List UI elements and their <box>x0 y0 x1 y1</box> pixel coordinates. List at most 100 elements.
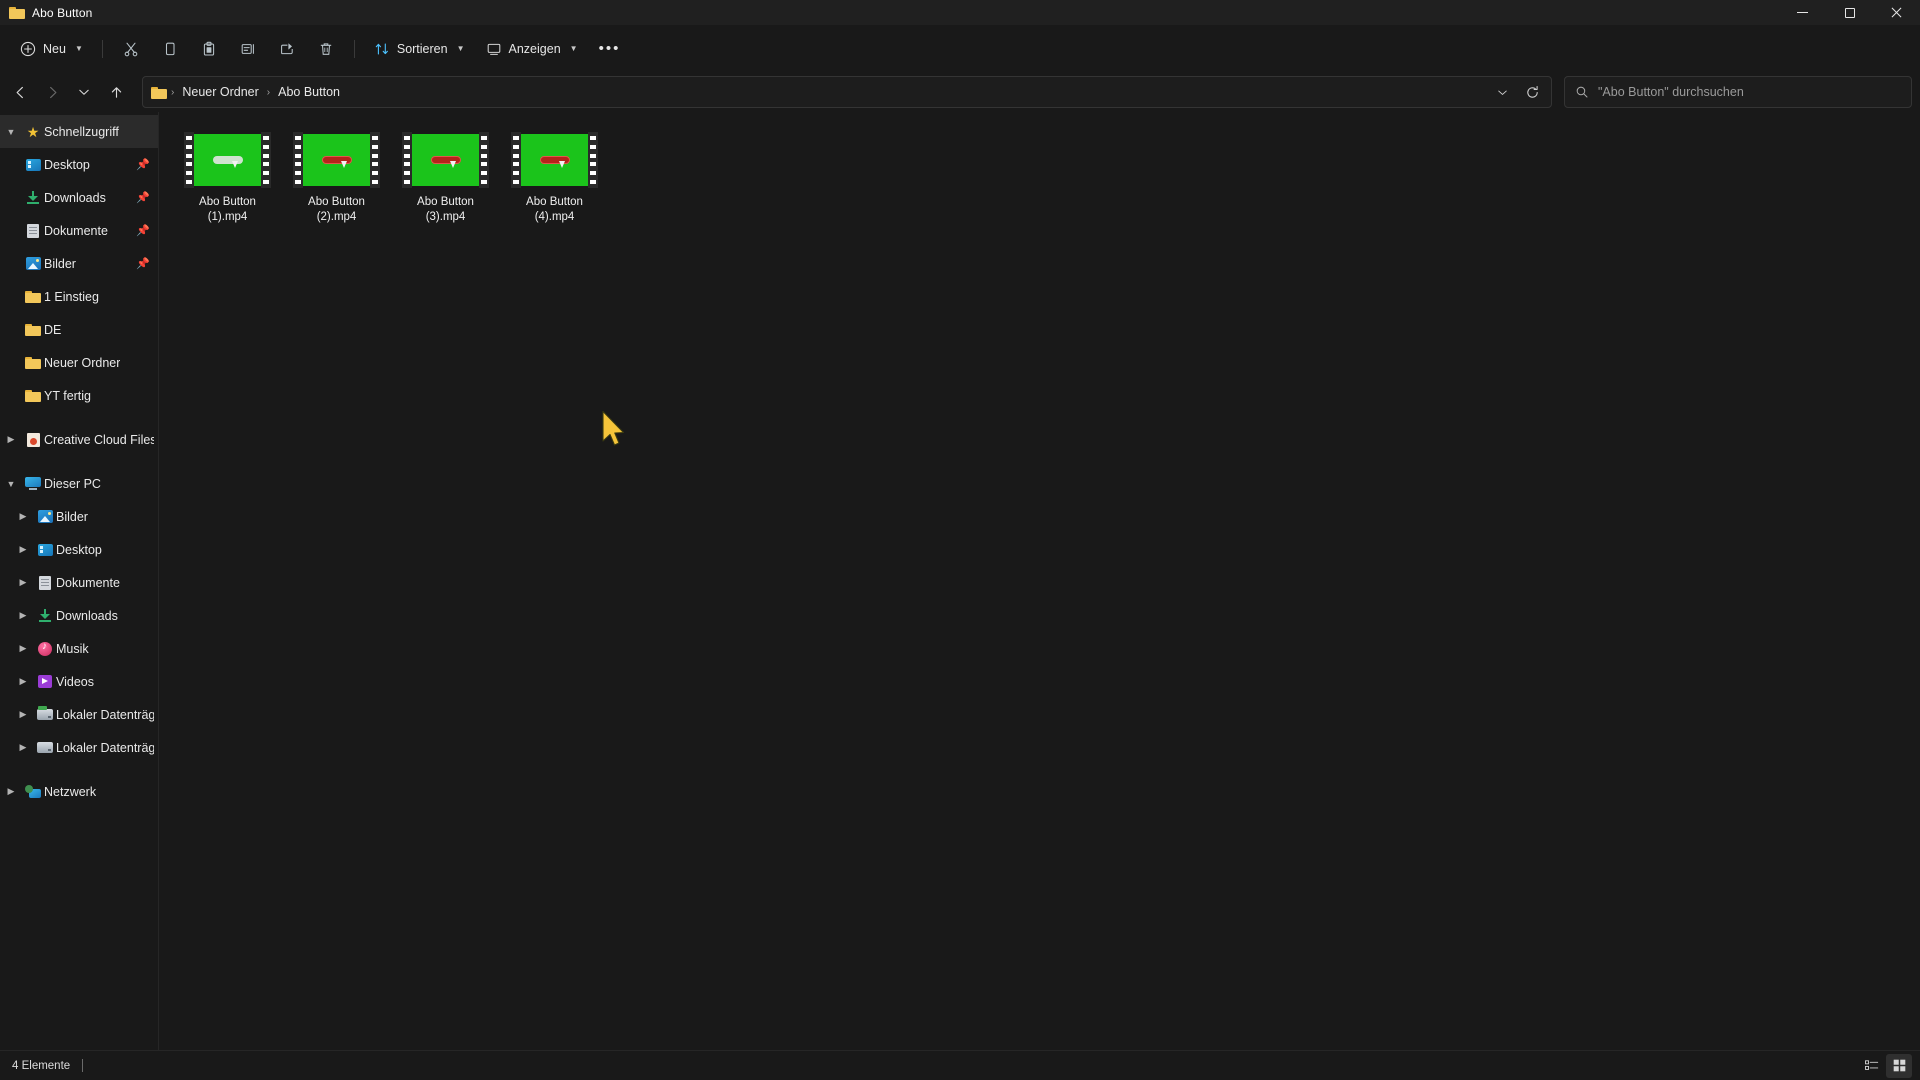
refresh-icon <box>1526 85 1538 98</box>
file-list-area[interactable]: Abo Button (1).mp4 Abo Button (2).mp4 Ab… <box>159 112 1920 1050</box>
recent-locations-button[interactable] <box>68 76 100 108</box>
title-bar: Abo Button <box>0 0 1920 25</box>
search-input[interactable]: "Abo Button" durchsuchen <box>1598 85 1744 99</box>
sidebar-item-1-einstieg[interactable]: 1 Einstieg <box>0 280 158 313</box>
copy-icon <box>165 42 175 55</box>
sidebar-item-pc-downloads[interactable]: ▶ Downloads <box>0 599 158 632</box>
pc-icon <box>22 477 44 490</box>
share-button[interactable] <box>268 33 306 65</box>
sidebar-item-bilder[interactable]: Bilder 📌 <box>0 247 158 280</box>
sidebar-item-pc-desktop[interactable]: ▶ Desktop <box>0 533 158 566</box>
sidebar-item-quick-access[interactable]: ▼ ★ Schnellzugriff <box>0 115 158 148</box>
back-button[interactable] <box>4 76 36 108</box>
file-item[interactable]: Abo Button (1).mp4 <box>173 126 282 233</box>
chevron-right-icon[interactable]: ▶ <box>12 544 34 555</box>
copy-button[interactable] <box>151 33 189 65</box>
breadcrumb-separator-2: › <box>266 86 271 98</box>
search-box[interactable]: "Abo Button" durchsuchen <box>1564 76 1912 108</box>
file-name-line-2: (3).mp4 <box>425 211 466 223</box>
forward-button[interactable] <box>36 76 68 108</box>
title-bar-left: Abo Button <box>0 6 92 20</box>
details-view-icon <box>1864 1060 1878 1070</box>
up-button[interactable] <box>100 76 132 108</box>
film-perforation-right <box>370 132 380 188</box>
sort-button[interactable]: Sortieren ▼ <box>364 33 475 65</box>
sidebar-label-1-einstieg: 1 Einstieg <box>44 289 99 304</box>
sidebar-item-local-drive-1[interactable]: ▶ Lokaler Datenträge <box>0 698 158 731</box>
pin-icon: 📌 <box>136 159 150 171</box>
sidebar-item-pc-videos[interactable]: ▶ Videos <box>0 665 158 698</box>
sidebar-item-dieser-pc[interactable]: ▼ Dieser PC <box>0 467 158 500</box>
sidebar-item-yt-fertig[interactable]: YT fertig <box>0 379 158 412</box>
sidebar-item-dokumente[interactable]: Dokumente 📌 <box>0 214 158 247</box>
sidebar-item-pc-musik[interactable]: ▶ Musik <box>0 632 158 665</box>
view-button[interactable]: Anzeigen ▼ <box>476 33 588 65</box>
sidebar-item-creative-cloud-files[interactable]: ▶ Creative Cloud Files <box>0 423 158 456</box>
close-button[interactable] <box>1873 0 1920 25</box>
chevron-right-icon[interactable]: ▶ <box>12 511 34 522</box>
details-view-button[interactable] <box>1858 1054 1884 1078</box>
window-body: ▼ ★ Schnellzugriff Desktop 📌 Downloads 📌… <box>0 112 1920 1050</box>
delete-button[interactable] <box>307 33 345 65</box>
sidebar-item-downloads[interactable]: Downloads 📌 <box>0 181 158 214</box>
chevron-right-icon[interactable]: ▶ <box>12 643 34 654</box>
maximize-button[interactable] <box>1826 0 1873 25</box>
rename-button[interactable] <box>229 33 267 65</box>
file-item[interactable]: Abo Button (3).mp4 <box>391 126 500 233</box>
file-item[interactable]: Abo Button (2).mp4 <box>282 126 391 233</box>
file-name-line-2: (4).mp4 <box>534 211 575 223</box>
document-icon <box>34 575 56 590</box>
video-thumbnail <box>402 132 489 188</box>
sidebar-label-creative-cloud: Creative Cloud Files <box>44 432 154 447</box>
sidebar-item-local-drive-2[interactable]: ▶ Lokaler Datenträge <box>0 731 158 764</box>
minimize-button[interactable] <box>1779 0 1826 25</box>
sidebar-item-neuer-ordner[interactable]: Neuer Ordner <box>0 346 158 379</box>
new-button[interactable]: Neu ▼ <box>10 33 93 65</box>
folder-icon <box>9 6 25 19</box>
navigation-pane[interactable]: ▼ ★ Schnellzugriff Desktop 📌 Downloads 📌… <box>0 112 159 1050</box>
sidebar-item-pc-bilder[interactable]: ▶ Bilder <box>0 500 158 533</box>
document-icon <box>22 223 44 238</box>
sidebar-label-pc-bilder: Bilder <box>56 509 88 524</box>
sidebar-label-de: DE <box>44 322 62 337</box>
file-item[interactable]: Abo Button (4).mp4 <box>500 126 609 233</box>
chevron-down-icon: ▼ <box>569 44 578 53</box>
sidebar-item-desktop[interactable]: Desktop 📌 <box>0 148 158 181</box>
address-dropdown-button[interactable] <box>1487 79 1517 105</box>
view-button-label: Anzeigen <box>508 41 561 56</box>
music-icon <box>34 641 56 656</box>
breadcrumb-item-1[interactable]: Abo Button <box>272 82 346 102</box>
chevron-down-icon[interactable]: ▼ <box>0 127 22 137</box>
file-name-line-1: Abo Button <box>308 196 365 208</box>
chevron-right-icon[interactable]: ▶ <box>12 709 34 720</box>
status-divider <box>82 1059 84 1072</box>
pin-icon: 📌 <box>136 225 150 237</box>
sidebar-item-de[interactable]: DE <box>0 313 158 346</box>
download-icon <box>34 609 56 622</box>
sidebar-label-pc-musik: Musik <box>56 641 89 656</box>
chevron-right-icon[interactable]: ▶ <box>12 577 34 588</box>
folder-icon <box>22 389 44 402</box>
address-bar[interactable]: › Neuer Ordner › Abo Button <box>142 76 1552 108</box>
chevron-right-icon[interactable]: ▶ <box>12 676 34 687</box>
download-icon <box>22 191 44 204</box>
paste-button[interactable] <box>190 33 228 65</box>
breadcrumb-item-0[interactable]: Neuer Ordner <box>176 82 264 102</box>
chevron-right-icon[interactable]: ▶ <box>0 786 22 797</box>
cut-button[interactable] <box>112 33 150 65</box>
chevron-right-icon[interactable]: ▶ <box>12 610 34 621</box>
file-name: Abo Button (4).mp4 <box>502 195 607 225</box>
more-options-button[interactable]: ••• <box>589 33 631 65</box>
sidebar-label-quick-access: Schnellzugriff <box>44 124 119 139</box>
cursor-graphic <box>231 161 238 169</box>
chevron-down-icon[interactable]: ▼ <box>0 479 22 489</box>
desktop-icon <box>34 543 56 556</box>
refresh-button[interactable] <box>1517 79 1547 105</box>
large-icons-view-button[interactable] <box>1886 1053 1912 1078</box>
chevron-right-icon[interactable]: ▶ <box>12 742 34 753</box>
chevron-right-icon[interactable]: ▶ <box>0 434 22 445</box>
sidebar-item-netzwerk[interactable]: ▶ Netzwerk <box>0 775 158 808</box>
sidebar-item-pc-dokumente[interactable]: ▶ Dokumente <box>0 566 158 599</box>
item-count-label: 4 Elemente <box>12 1059 71 1072</box>
